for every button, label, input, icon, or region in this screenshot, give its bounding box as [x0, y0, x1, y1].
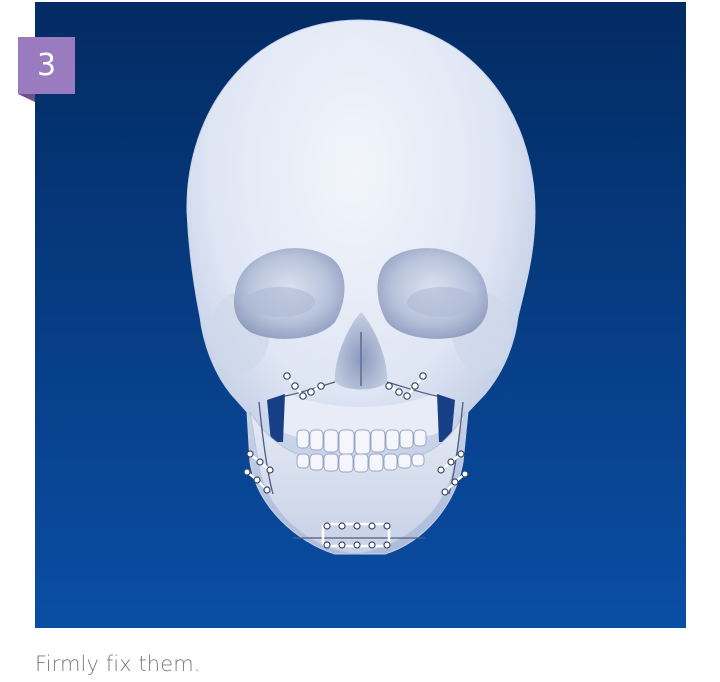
- step-caption: Firmly fix them.: [35, 652, 201, 676]
- step-number-badge: 3: [18, 37, 75, 94]
- skull-illustration: [35, 2, 686, 628]
- step-badge-fold: [18, 94, 35, 102]
